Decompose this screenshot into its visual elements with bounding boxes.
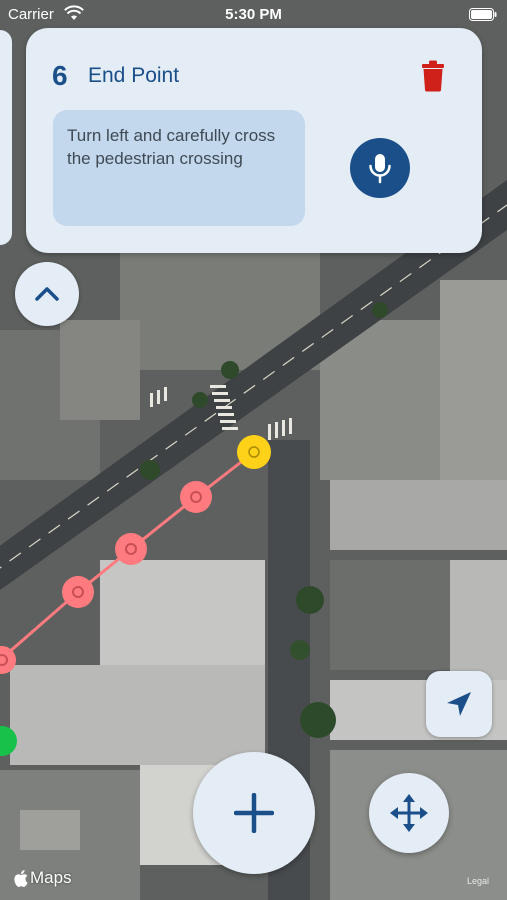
step-card: 6 End Point Turn left and carefully cros… bbox=[26, 28, 482, 253]
maps-attribution: Maps bbox=[14, 868, 72, 888]
apple-logo-icon bbox=[14, 869, 28, 887]
chevron-up-icon bbox=[35, 287, 59, 301]
step-title: End Point bbox=[88, 64, 180, 87]
move-arrows-icon bbox=[390, 794, 428, 832]
instruction-text[interactable]: Turn left and carefully cross the pedest… bbox=[53, 110, 305, 226]
record-button[interactable] bbox=[350, 138, 410, 198]
waypoint-marker bbox=[62, 576, 94, 608]
add-waypoint-button[interactable] bbox=[193, 752, 315, 874]
status-bar: Carrier 5:30 PM bbox=[0, 0, 507, 30]
step-number: 6 bbox=[52, 60, 68, 91]
current-location-button[interactable] bbox=[426, 671, 492, 737]
trash-icon[interactable] bbox=[420, 60, 446, 92]
waypoint-marker bbox=[115, 533, 147, 565]
battery-icon bbox=[469, 8, 497, 21]
collapse-card-button[interactable] bbox=[15, 262, 79, 326]
location-arrow-icon bbox=[447, 692, 471, 716]
waypoint-marker bbox=[180, 481, 212, 513]
status-time: 5:30 PM bbox=[225, 6, 282, 23]
microphone-icon bbox=[369, 154, 391, 184]
end-point-marker bbox=[237, 435, 271, 469]
plus-icon bbox=[234, 793, 274, 833]
maps-label: Maps bbox=[30, 868, 72, 887]
legal-link[interactable]: Legal bbox=[467, 876, 489, 886]
previous-step-card-edge[interactable] bbox=[0, 30, 12, 245]
move-waypoint-button[interactable] bbox=[369, 773, 449, 853]
